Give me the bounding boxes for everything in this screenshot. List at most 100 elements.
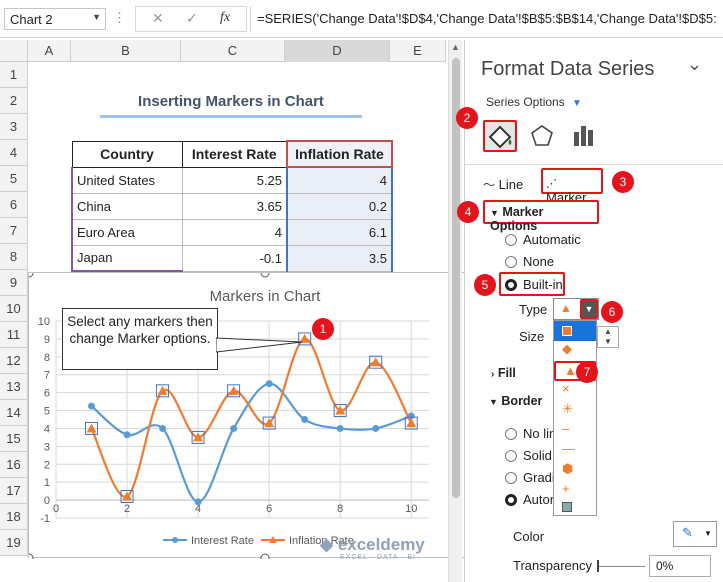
none-radio[interactable]: [505, 256, 517, 268]
marker-type-list[interactable]: ◆ ▲ × ✳ – — ⬢ +: [553, 320, 597, 516]
size-spinner[interactable]: ▲ ▼: [597, 326, 619, 348]
transparency-input[interactable]: 0%: [649, 555, 711, 577]
data-point-inflation-rate: [86, 423, 97, 433]
chevron-down-icon[interactable]: ▼: [572, 98, 582, 109]
picture-marker-icon: [562, 502, 572, 512]
table-cell[interactable]: 4: [181, 218, 288, 246]
row-header[interactable]: 5: [0, 166, 28, 192]
data-point-interest-rate: [336, 424, 344, 432]
name-box[interactable]: Chart 2 ▼: [4, 8, 106, 30]
step-badge-3: 3: [612, 171, 634, 193]
row-header[interactable]: 13: [0, 374, 28, 400]
legend-label: Interest Rate: [191, 535, 254, 547]
color-picker-button[interactable]: ✎ ▼: [673, 521, 717, 547]
select-all-corner[interactable]: [0, 40, 28, 62]
header-inflation-rate[interactable]: Inflation Rate: [286, 140, 393, 168]
sheet-title: Inserting Markers in Chart: [138, 93, 324, 110]
line-tab[interactable]: 〜 Line: [483, 176, 523, 193]
row-header[interactable]: 10: [0, 296, 28, 322]
row-header[interactable]: 16: [0, 452, 28, 478]
table-cell[interactable]: Euro Area: [71, 218, 183, 246]
row-header[interactable]: 7: [0, 218, 28, 244]
more-icon[interactable]: ⋮: [113, 10, 126, 26]
chevron-down-icon[interactable]: ▼: [92, 12, 101, 22]
row-header[interactable]: 19: [0, 530, 28, 556]
solid-line-radio[interactable]: [505, 450, 517, 462]
marker-option-square[interactable]: [554, 321, 596, 341]
table-cell[interactable]: 6.1: [286, 218, 393, 246]
marker-option-circle[interactable]: ⬢: [554, 461, 596, 481]
formula-input[interactable]: =SERIES('Change Data'!$D$4,'Change Data'…: [250, 6, 723, 32]
size-label: Size: [519, 329, 545, 344]
table-row: United States 5.25 4: [71, 166, 393, 194]
row-header[interactable]: 17: [0, 478, 28, 504]
marker-option-star[interactable]: ✳: [554, 401, 596, 421]
built-in-option[interactable]: Built-in: [499, 272, 565, 296]
row-header[interactable]: 18: [0, 504, 28, 530]
series-options-dropdown[interactable]: Series Options ▼: [486, 95, 582, 109]
automatic-border-radio[interactable]: [505, 494, 517, 506]
marker-option-short-dash[interactable]: –: [554, 421, 596, 441]
step-badge-2: 2: [456, 107, 478, 129]
type-dropdown-button[interactable]: ▼: [580, 299, 598, 319]
pane-collapse-icon[interactable]: ⌄: [687, 54, 702, 75]
table-cell[interactable]: Japan: [71, 244, 183, 272]
table-cell[interactable]: 3.5: [286, 244, 393, 272]
table-cell[interactable]: China: [71, 192, 183, 220]
chart-resize-handle: [260, 273, 270, 278]
scroll-up-icon[interactable]: ▲: [451, 42, 460, 52]
transparency-slider[interactable]: [597, 566, 645, 567]
border-section[interactable]: ▼ Border: [489, 394, 542, 408]
table-cell[interactable]: 0.2: [286, 192, 393, 220]
data-point-interest-rate: [88, 402, 96, 410]
y-tick-label: 2: [44, 459, 50, 471]
column-header[interactable]: C: [181, 40, 285, 62]
column-header[interactable]: A: [28, 40, 71, 62]
row-header[interactable]: 2: [0, 88, 28, 114]
table-cell[interactable]: United States: [71, 166, 183, 194]
fx-icon[interactable]: fx: [220, 10, 230, 26]
marker-option-diamond[interactable]: ◆: [554, 341, 596, 361]
row-header[interactable]: 12: [0, 348, 28, 374]
row-header[interactable]: 11: [0, 322, 28, 348]
row-header[interactable]: 14: [0, 400, 28, 426]
table-cell[interactable]: -0.1: [181, 244, 288, 272]
no-line-radio[interactable]: [505, 428, 517, 440]
column-header[interactable]: B: [71, 40, 181, 62]
row-header[interactable]: 15: [0, 426, 28, 452]
column-header[interactable]: E: [390, 40, 446, 62]
row-header[interactable]: 3: [0, 114, 28, 140]
row-header[interactable]: 6: [0, 192, 28, 218]
column-header[interactable]: D: [285, 40, 390, 62]
y-tick-label: 10: [38, 316, 50, 328]
row-header[interactable]: 9: [0, 270, 28, 296]
header-interest-rate[interactable]: Interest Rate: [181, 140, 288, 168]
marker-option-long-dash[interactable]: —: [554, 441, 596, 461]
marker-option-picture[interactable]: [554, 497, 596, 517]
fill-section[interactable]: › Fill: [491, 366, 516, 380]
table-cell[interactable]: 3.65: [181, 192, 288, 220]
title-underline: [100, 115, 362, 118]
gradient-line-radio[interactable]: [505, 472, 517, 484]
table-cell[interactable]: 4: [286, 166, 393, 194]
marker-option-x[interactable]: ×: [554, 381, 596, 401]
row-header[interactable]: 1: [0, 62, 28, 88]
cancel-icon[interactable]: ✕: [152, 10, 164, 27]
series-options-chart-icon[interactable]: [572, 124, 596, 148]
row-header[interactable]: 4: [0, 140, 28, 166]
circle-marker-icon: ⬢: [562, 461, 574, 476]
marker-tab[interactable]: ⋰ Marker: [541, 168, 603, 205]
y-tick-label: 3: [44, 441, 50, 453]
slider-handle[interactable]: [597, 560, 599, 572]
built-in-radio[interactable]: [505, 279, 517, 291]
automatic-radio[interactable]: [505, 234, 517, 246]
table-cell[interactable]: 5.25: [181, 166, 288, 194]
name-box-value: Chart 2: [10, 12, 53, 27]
type-select[interactable]: ▲ ▼: [553, 298, 599, 320]
fill-line-tab[interactable]: [483, 120, 517, 152]
header-country[interactable]: Country: [71, 140, 183, 168]
effects-pentagon-icon[interactable]: [530, 124, 554, 148]
row-header[interactable]: 8: [0, 244, 28, 270]
enter-icon[interactable]: ✓: [186, 10, 198, 27]
marker-options-section[interactable]: ▼ Marker Options: [483, 200, 599, 233]
